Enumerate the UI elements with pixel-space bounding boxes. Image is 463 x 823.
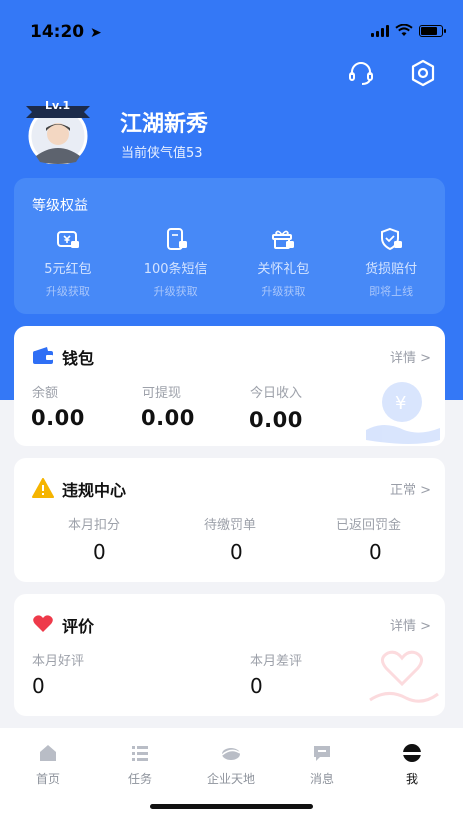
deduction-label: 本月扣分	[68, 518, 121, 533]
xiaqi-label: 当前侠气值	[121, 146, 187, 161]
tab-me[interactable]: 我	[377, 742, 447, 787]
benefit-name: 5元红包	[44, 262, 92, 277]
violation-title: 违规中心	[62, 481, 127, 500]
benefit-sms[interactable]: 100条短信 升级获取	[122, 226, 230, 299]
good-review-value: 0	[32, 674, 45, 698]
message-icon	[311, 742, 333, 764]
warning-icon	[32, 478, 54, 498]
tab-messages[interactable]: 消息	[287, 742, 357, 787]
rating-title: 评价	[62, 617, 95, 636]
tab-label: 我	[405, 772, 418, 786]
bad-review-label: 本月差评	[250, 654, 303, 669]
coin-hand-watermark-icon: ¥	[366, 382, 440, 444]
benefit-status: 升级获取	[153, 285, 198, 298]
level-badge: Lv.1	[45, 99, 71, 112]
home-indicator	[150, 804, 313, 809]
status-icons	[371, 24, 446, 37]
benefit-status: 即将上线	[369, 285, 414, 298]
sms-icon	[163, 226, 189, 252]
wallet-details-link[interactable]: 详情 >	[390, 347, 431, 366]
task-list-icon	[129, 742, 151, 764]
xiaqi-info: 当前侠气值53	[121, 142, 203, 161]
heart-icon	[32, 614, 53, 634]
benefit-gift[interactable]: 关怀礼包 升级获取	[230, 226, 338, 299]
settings-icon[interactable]	[408, 58, 438, 88]
headset-icon[interactable]	[346, 58, 376, 88]
returned-fine-label: 已返回罚金	[336, 518, 402, 533]
tab-tasks[interactable]: 任务	[105, 742, 175, 787]
level-benefits-panel: 等级权益 5元红包 升级获取 100条短信 升级获取 关怀礼包 升级获取 货损赔…	[14, 178, 445, 314]
rating-details-link[interactable]: 详情 >	[390, 615, 431, 634]
home-icon	[37, 742, 59, 764]
tab-label: 企业天地	[206, 772, 255, 786]
enterprise-icon	[220, 742, 242, 764]
tab-home[interactable]: 首页	[13, 742, 83, 787]
tab-label: 消息	[309, 772, 334, 786]
status-bar: 14:20 ➤	[0, 0, 463, 60]
wallet-icon	[32, 346, 53, 366]
wifi-icon	[395, 24, 413, 36]
wallet-card[interactable]: 钱包 详情 > 余额 0.00 可提现 0.00 今日收入 0.00 ¥	[14, 326, 445, 446]
signal-icon	[371, 24, 389, 37]
deduction-value: 0	[93, 540, 106, 564]
xiaqi-value: 53	[186, 146, 203, 161]
benefit-name: 100条短信	[143, 262, 208, 277]
wallet-title: 钱包	[62, 349, 95, 368]
withdrawable-label: 可提现	[142, 386, 182, 401]
status-time: 14:20 ➤	[30, 22, 102, 42]
rating-card[interactable]: 评价 详情 > 本月好评 0 本月差评 0	[14, 594, 445, 716]
gift-icon	[270, 226, 296, 252]
heart-hand-watermark-icon	[369, 650, 439, 703]
bad-review-value: 0	[250, 674, 263, 698]
me-icon	[401, 742, 423, 764]
user-name: 江湖新秀	[120, 112, 209, 137]
benefit-status: 升级获取	[261, 285, 306, 298]
today-income-value: 0.00	[249, 408, 303, 432]
violation-status-link[interactable]: 正常 >	[390, 479, 431, 498]
battery-icon	[419, 24, 446, 37]
pending-ticket-value: 0	[230, 540, 243, 564]
today-income-label: 今日收入	[250, 386, 303, 401]
violation-card[interactable]: 违规中心 正常 > 本月扣分 0 待缴罚单 0 已返回罚金 0	[14, 458, 445, 582]
benefit-red-packet[interactable]: 5元红包 升级获取	[14, 226, 122, 299]
returned-fine-value: 0	[369, 540, 382, 564]
balance-label: 余额	[32, 386, 59, 401]
shield-icon	[378, 226, 404, 252]
tab-enterprise[interactable]: 企业天地	[196, 742, 266, 787]
svg-text:¥: ¥	[395, 393, 406, 414]
benefit-shield[interactable]: 货损赔付 即将上线	[337, 226, 445, 299]
benefit-status: 升级获取	[45, 285, 90, 298]
benefit-name: 货损赔付	[365, 262, 418, 277]
avatar[interactable]: Lv.1	[18, 99, 98, 166]
withdrawable-value: 0.00	[141, 406, 195, 430]
tab-label: 任务	[127, 772, 152, 786]
pending-ticket-label: 待缴罚单	[204, 518, 257, 533]
red-packet-icon	[55, 226, 81, 252]
good-review-label: 本月好评	[32, 654, 85, 669]
benefits-title: 等级权益	[32, 198, 88, 214]
tab-label: 首页	[35, 772, 60, 786]
balance-value: 0.00	[31, 406, 85, 430]
benefit-name: 关怀礼包	[257, 262, 310, 277]
